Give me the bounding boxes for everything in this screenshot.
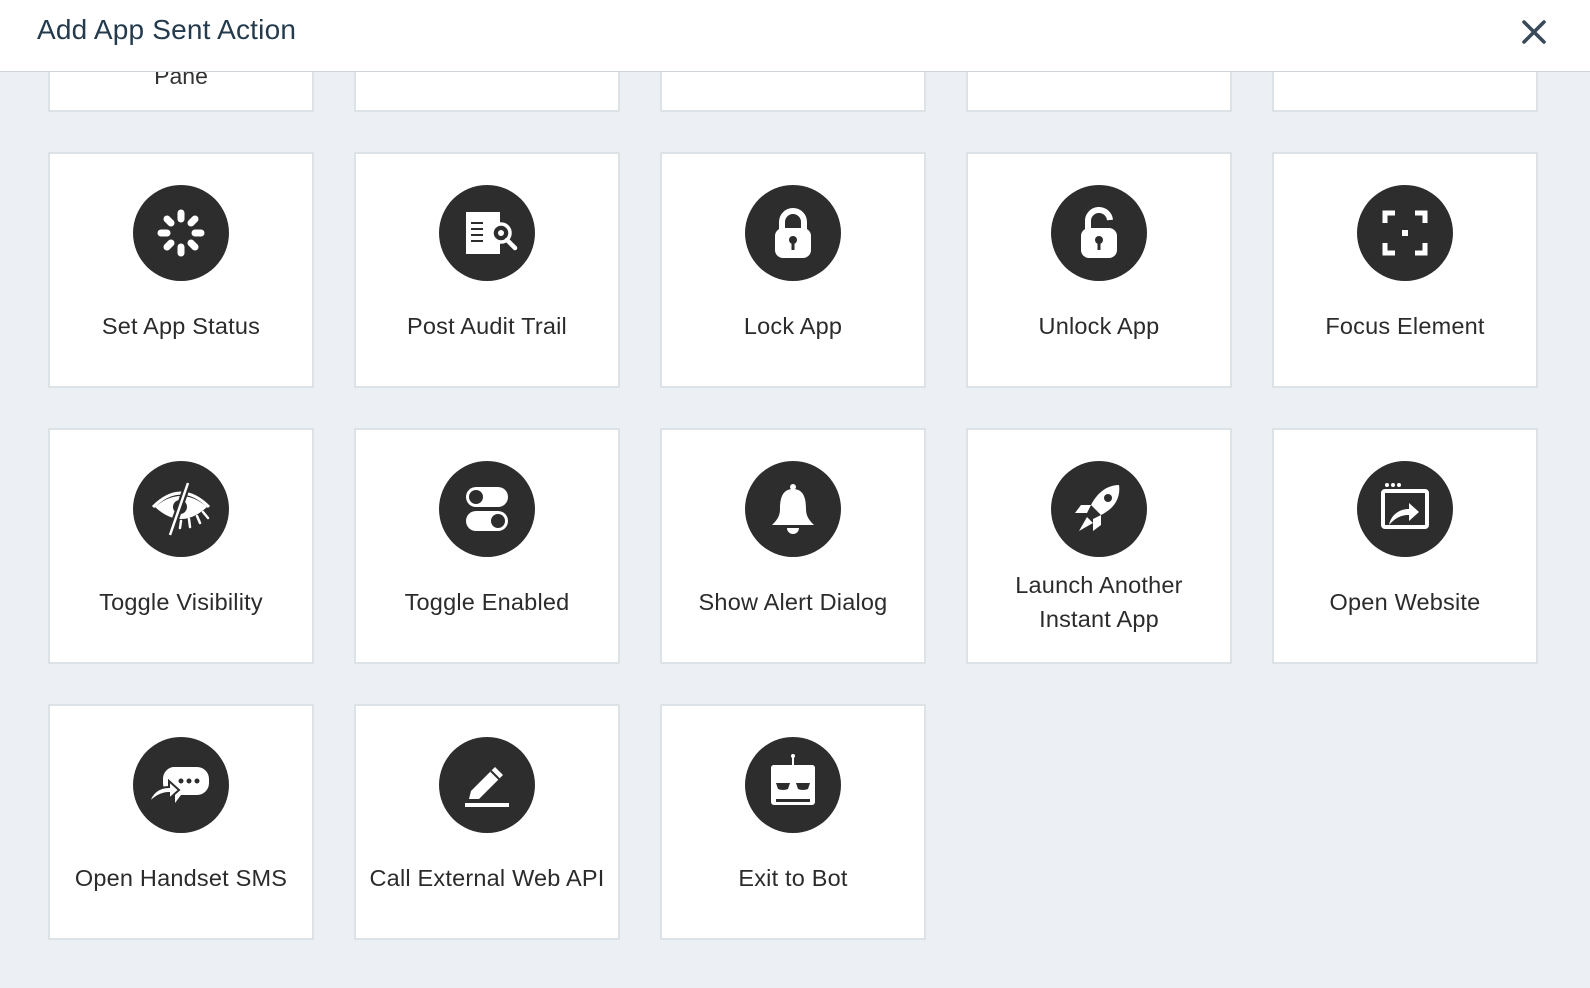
action-tile-unlock-app[interactable]: Unlock App — [966, 152, 1232, 388]
action-label: Toggle Visibility — [99, 589, 263, 615]
action-tile-show-alert-dialog[interactable]: Show Alert Dialog — [660, 428, 926, 664]
document-search-icon — [439, 185, 535, 281]
dialog-header: Add App Sent Action — [0, 0, 1590, 72]
action-label: Toggle Enabled — [404, 589, 570, 615]
spinner-icon — [133, 185, 229, 281]
eye-slash-icon — [133, 461, 229, 557]
browser-window-arrow-icon — [1357, 461, 1453, 557]
action-tile-partial[interactable] — [1272, 72, 1538, 112]
action-label: Set App Status — [101, 313, 261, 339]
action-grid: Pane Set App Status Post Audit Trail Loc… — [0, 72, 1590, 988]
add-app-sent-action-dialog: Add App Sent Action Pane Set App Status … — [0, 0, 1590, 988]
action-tile-set-app-status[interactable]: Set App Status — [48, 152, 314, 388]
unlock-icon — [1051, 185, 1147, 281]
dialog-title: Add App Sent Action — [37, 14, 297, 45]
action-label: Post Audit Trail — [407, 313, 567, 339]
pencil-icon — [439, 737, 535, 833]
action-tile-partial[interactable] — [966, 72, 1232, 112]
action-tile-call-external-web-api[interactable]: Call External Web API — [354, 704, 620, 940]
action-tile-toggle-enabled[interactable]: Toggle Enabled — [354, 428, 620, 664]
action-tile-exit-to-bot[interactable]: Exit to Bot — [660, 704, 926, 940]
action-tile-open-handset-sms[interactable]: Open Handset SMS — [48, 704, 314, 940]
action-tile-toggle-visibility[interactable]: Toggle Visibility — [48, 428, 314, 664]
action-label: Focus Element — [1325, 313, 1485, 339]
action-label: Open Website — [1329, 589, 1481, 615]
action-tile-focus-element[interactable]: Focus Element — [1272, 152, 1538, 388]
action-tile-lock-app[interactable]: Lock App — [660, 152, 926, 388]
bell-icon — [745, 461, 841, 557]
toggle-switches-icon — [439, 461, 535, 557]
action-label: Launch Another Instant App — [1015, 572, 1183, 632]
action-tile-open-website[interactable]: Open Website — [1272, 428, 1538, 664]
action-label: Pane — [154, 72, 208, 89]
chat-bubble-arrow-icon — [133, 737, 229, 833]
action-label: Show Alert Dialog — [698, 589, 888, 615]
action-tile-partial[interactable] — [660, 72, 926, 112]
close-button[interactable] — [1516, 14, 1552, 50]
close-icon — [1522, 20, 1546, 44]
focus-frame-icon — [1357, 185, 1453, 281]
robot-icon — [745, 737, 841, 833]
action-label: Lock App — [743, 313, 843, 339]
action-label: Open Handset SMS — [74, 865, 288, 891]
rocket-icon — [1051, 461, 1147, 557]
action-tile-partial[interactable]: Pane — [48, 72, 314, 112]
action-tile-partial[interactable] — [354, 72, 620, 112]
action-label: Exit to Bot — [738, 865, 848, 891]
action-label: Unlock App — [1038, 313, 1160, 339]
action-tile-launch-another-instant-app[interactable]: Launch Another Instant App — [966, 428, 1232, 664]
lock-icon — [745, 185, 841, 281]
action-tile-post-audit-trail[interactable]: Post Audit Trail — [354, 152, 620, 388]
action-label: Call External Web API — [369, 865, 605, 891]
